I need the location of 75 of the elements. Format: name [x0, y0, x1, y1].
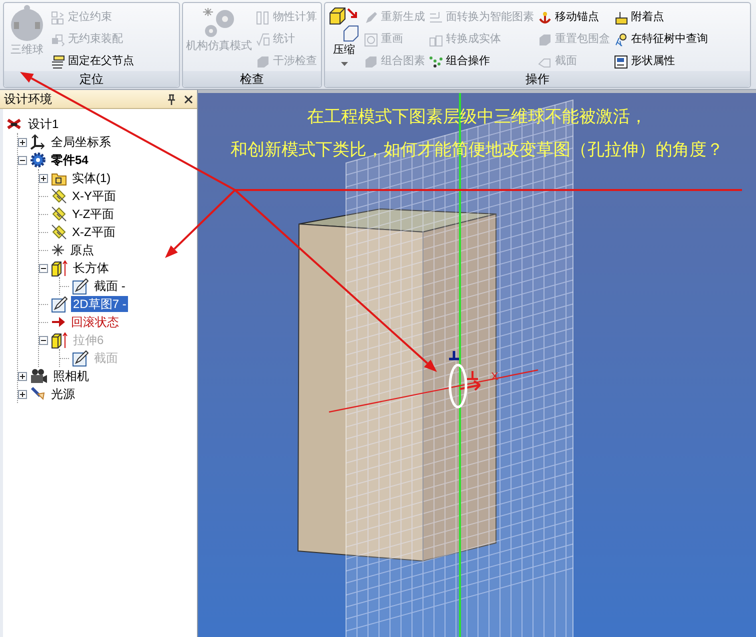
tree-item[interactable]: 实体(1) — [70, 170, 113, 186]
expand-toggle[interactable] — [18, 372, 27, 380]
plus-icon — [19, 372, 26, 380]
tree-item[interactable]: 截面 - — [92, 278, 128, 294]
pin-icon[interactable] — [167, 94, 176, 104]
extrude-icon — [51, 332, 68, 348]
group-caption: 定位 — [4, 71, 179, 87]
cube-icon — [256, 54, 270, 68]
design-icon — [7, 117, 23, 131]
pencil-icon — [364, 10, 378, 24]
asterisk-icon — [51, 243, 65, 257]
arrow-icon — [51, 315, 66, 329]
tree-item[interactable]: X-Y平面 — [70, 188, 118, 204]
constraint-icon — [448, 350, 460, 360]
cubes-icon — [51, 32, 65, 46]
sketch-icon — [72, 350, 89, 366]
ribbon-button[interactable]: 附着点 — [614, 8, 708, 27]
tree-item[interactable]: 原点 — [68, 242, 96, 258]
plus-icon — [19, 138, 26, 146]
tree-item[interactable]: 零件54 — [49, 152, 90, 168]
flashlight-icon — [30, 386, 46, 402]
camera-icon — [30, 368, 48, 384]
cube-icon — [364, 54, 378, 68]
collapse-toggle[interactable] — [18, 156, 27, 164]
root-sign-icon — [256, 32, 270, 46]
attach-icon — [614, 10, 628, 24]
caret-icon — [340, 62, 348, 67]
tree-item[interactable]: 照相机 — [51, 368, 91, 384]
list-icon — [429, 10, 443, 24]
close-icon[interactable] — [184, 94, 193, 104]
ruler-icon — [256, 10, 270, 24]
dots-icon — [429, 54, 443, 68]
ribbon-button[interactable]: 形状属性 — [614, 52, 708, 71]
tree-item[interactable]: 光源 — [49, 386, 77, 402]
ribbon-button[interactable]: 组合操作 — [429, 52, 534, 71]
tree-item[interactable]: 2D草图7 - — [71, 296, 128, 312]
tree-item[interactable]: X-Z平面 — [70, 224, 118, 240]
ribbon-button[interactable]: 固定在父节点 — [51, 52, 134, 71]
constraint-icon — [466, 370, 479, 380]
refresh-icon — [364, 32, 378, 46]
ribbon-button[interactable]: 在特征树中查询 — [614, 30, 708, 49]
plus-icon — [40, 174, 47, 182]
plane-icon — [51, 206, 67, 222]
cube-arrow-icon — [328, 5, 360, 43]
plus-icon — [19, 390, 26, 398]
tree-search-icon — [614, 32, 628, 46]
tree-item[interactable]: 回滚状态 — [69, 314, 121, 330]
plane-icon — [51, 224, 67, 240]
group-caption: 操作 — [325, 71, 750, 87]
folder-icon — [51, 170, 67, 186]
panel-title: 设计环境 — [4, 91, 52, 108]
axes-icon — [30, 134, 46, 150]
large-ribbon-button[interactable]: 压缩 — [328, 3, 360, 71]
sketch-icon — [72, 278, 89, 294]
tree-item[interactable]: Y-Z平面 — [70, 206, 116, 222]
sketch-ellipse — [448, 364, 468, 408]
sketch-icon — [51, 296, 68, 312]
cubes-icon — [51, 10, 65, 24]
gear-icon — [30, 152, 46, 168]
ribbon-button[interactable]: 移动锚点 — [538, 8, 610, 27]
plane-icon — [51, 188, 67, 204]
cylinders-icon — [429, 32, 443, 46]
tree-item[interactable]: 全局坐标系 — [49, 134, 113, 150]
stack-icon — [51, 54, 65, 68]
expand-toggle[interactable] — [39, 174, 48, 182]
expand-toggle[interactable] — [18, 390, 27, 398]
group-caption: 检查 — [183, 71, 321, 87]
tree-item[interactable]: 设计1 — [26, 116, 61, 132]
properties-icon — [614, 54, 628, 68]
anchor-icon — [538, 10, 552, 24]
collapse-toggle[interactable] — [39, 264, 48, 272]
tree-item[interactable]: 长方体 — [71, 260, 111, 276]
cube-icon — [538, 32, 552, 46]
expand-toggle[interactable] — [18, 138, 27, 146]
extrude-icon — [51, 260, 68, 276]
